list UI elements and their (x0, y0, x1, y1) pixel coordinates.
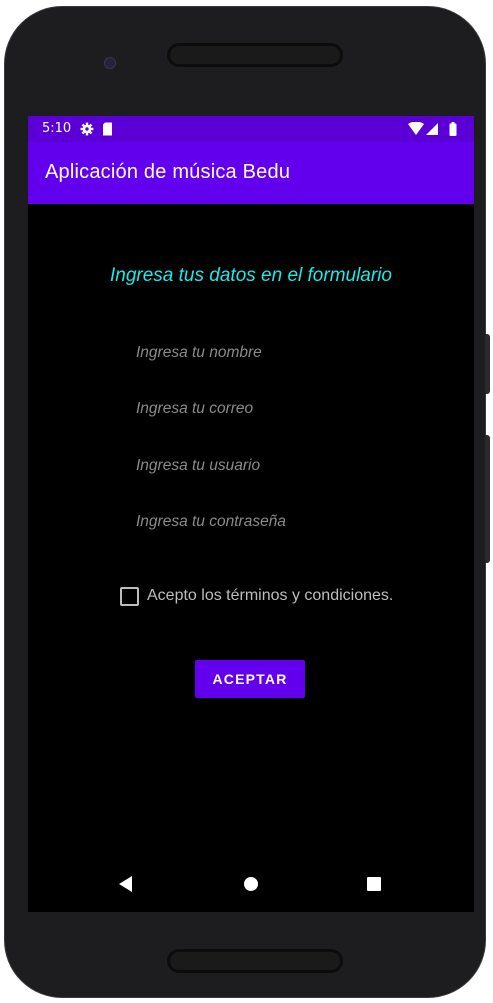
signal-icon (425, 121, 438, 135)
volume-button (485, 435, 490, 563)
recents-icon[interactable] (360, 870, 388, 898)
front-camera (104, 57, 116, 69)
wifi-icon (408, 121, 424, 135)
status-bar: 5:10 (28, 116, 474, 142)
status-time: 5:10 (42, 121, 72, 136)
power-button (485, 334, 490, 394)
home-icon[interactable] (237, 870, 265, 898)
app-bar: Aplicación de música Bedu (28, 142, 474, 204)
password-input[interactable] (136, 507, 416, 537)
app-title: Aplicación de música Bedu (45, 161, 291, 183)
bottom-speaker (167, 949, 343, 973)
name-input[interactable] (136, 338, 416, 368)
accept-button[interactable]: ACEPTAR (195, 660, 305, 698)
email-input[interactable] (136, 394, 416, 424)
terms-label[interactable]: Acepto los términos y condiciones. (147, 587, 393, 605)
username-input[interactable] (136, 451, 416, 481)
sd-card-icon (102, 121, 113, 136)
form-heading: Ingresa tus datos en el formulario (110, 265, 392, 286)
navigation-bar (28, 856, 474, 912)
battery-icon (449, 121, 457, 136)
back-icon[interactable] (112, 870, 140, 898)
phone-frame: 5:10 Aplicación de música Bedu Ingresa t… (4, 6, 490, 998)
screen: 5:10 Aplicación de música Bedu Ingresa t… (28, 116, 474, 912)
settings-icon (80, 121, 94, 136)
terms-row[interactable]: Acepto los términos y condiciones. (120, 585, 393, 607)
terms-checkbox[interactable] (120, 586, 139, 606)
top-speaker (167, 43, 343, 67)
